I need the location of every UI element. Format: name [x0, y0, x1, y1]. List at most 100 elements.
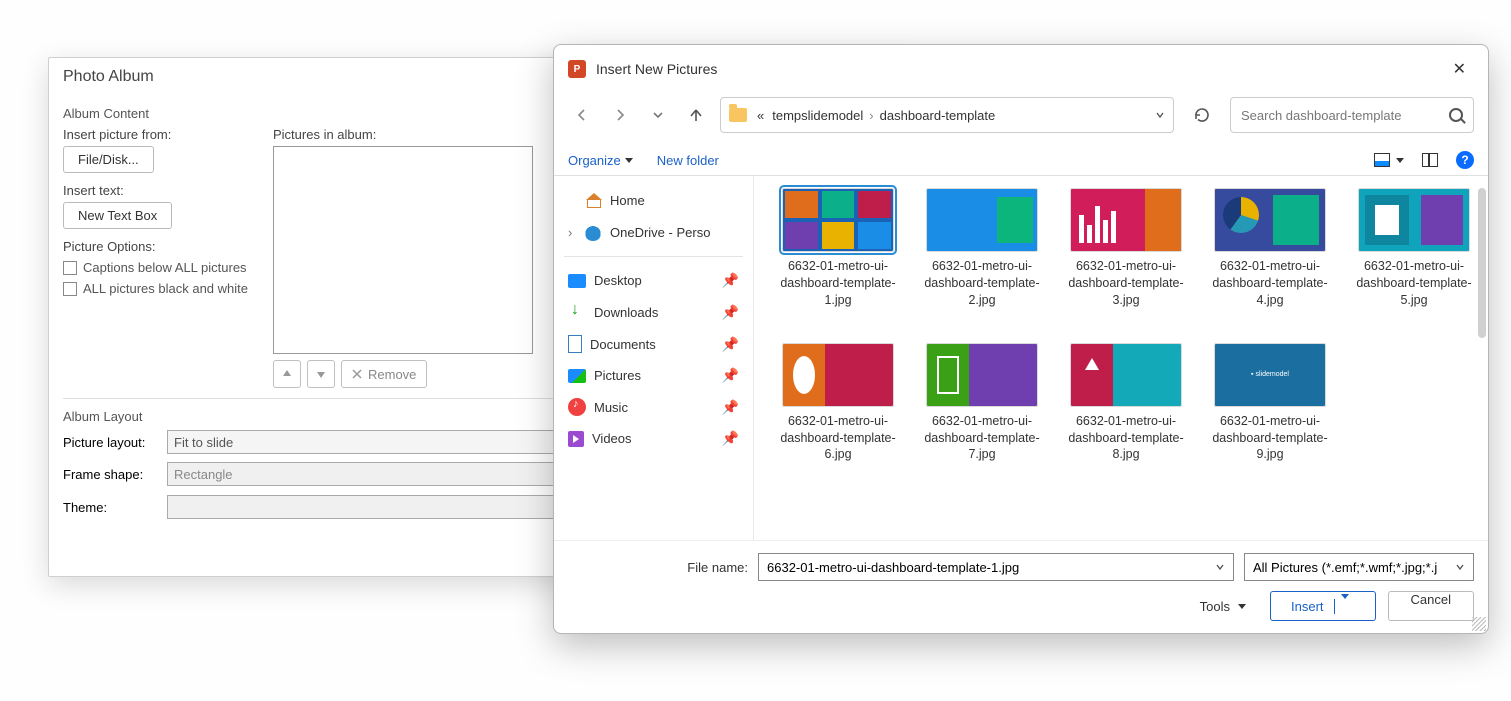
new-folder-button[interactable]: New folder: [657, 153, 719, 168]
pictures-icon: [568, 369, 586, 383]
pin-icon[interactable]: 📌: [722, 399, 739, 416]
scrollbar[interactable]: [1478, 188, 1486, 338]
remove-button[interactable]: Remove: [341, 360, 427, 388]
file-thumbnail: [1358, 188, 1470, 252]
file-item[interactable]: ▪ slidemodel 6632-01-metro-ui-dashboard-…: [1204, 343, 1336, 464]
file-item[interactable]: 6632-01-metro-ui-dashboard-template-2.jp…: [916, 188, 1048, 309]
close-button[interactable]: ✕: [1445, 55, 1474, 83]
file-thumbnail: [1070, 343, 1182, 407]
preview-pane-icon[interactable]: [1422, 153, 1438, 167]
file-thumbnail: [1214, 188, 1326, 252]
insert-split-button[interactable]: [1334, 599, 1355, 614]
pictures-in-album-list[interactable]: [273, 146, 533, 354]
search-icon: [1449, 108, 1463, 122]
resize-grip[interactable]: [1472, 617, 1486, 631]
sidebar-videos-label: Videos: [592, 431, 632, 446]
sidebar: Home › OneDrive - Perso Desktop 📌 Downlo…: [554, 176, 754, 540]
organize-button[interactable]: Organize: [568, 153, 633, 168]
video-icon: [568, 431, 584, 447]
file-name: 6632-01-metro-ui-dashboard-template-8.jp…: [1060, 413, 1192, 464]
file-name-input[interactable]: 6632-01-metro-ui-dashboard-template-1.jp…: [758, 553, 1234, 581]
chevron-down-icon[interactable]: [1396, 158, 1404, 163]
chevron-down-icon[interactable]: [1155, 110, 1165, 120]
new-text-box-button[interactable]: New Text Box: [63, 202, 172, 229]
refresh-button[interactable]: [1184, 97, 1220, 133]
file-thumbnail: [926, 188, 1038, 252]
chevron-down-icon[interactable]: [1215, 562, 1225, 572]
chevron-right-icon[interactable]: ›: [568, 225, 576, 240]
insert-text-label: Insert text:: [63, 183, 263, 198]
tools-menu[interactable]: Tools: [1200, 599, 1246, 614]
frame-shape-value: Rectangle: [174, 467, 233, 482]
pin-icon[interactable]: 📌: [722, 272, 739, 289]
nav-back-button[interactable]: [568, 101, 596, 129]
pin-icon[interactable]: 📌: [722, 304, 739, 321]
sidebar-documents-label: Documents: [590, 337, 656, 352]
sidebar-desktop-label: Desktop: [594, 273, 642, 288]
search-input[interactable]: Search dashboard-template: [1230, 97, 1474, 133]
sidebar-item-documents[interactable]: Documents 📌: [560, 328, 747, 360]
breadcrumb-2[interactable]: dashboard-template: [878, 106, 998, 125]
pin-icon[interactable]: 📌: [722, 430, 739, 447]
x-icon: [352, 369, 362, 379]
file-item[interactable]: 6632-01-metro-ui-dashboard-template-3.jp…: [1060, 188, 1192, 309]
sidebar-item-home[interactable]: Home: [560, 184, 747, 216]
file-thumbnail: [1070, 188, 1182, 252]
pin-icon[interactable]: 📌: [722, 367, 739, 384]
nav-forward-button[interactable]: [606, 101, 634, 129]
captions-checkbox[interactable]: [63, 261, 77, 275]
document-icon: [568, 335, 582, 353]
file-name: 6632-01-metro-ui-dashboard-template-9.jp…: [1204, 413, 1336, 464]
home-icon: [584, 191, 602, 209]
file-name-value: 6632-01-metro-ui-dashboard-template-1.jp…: [767, 560, 1019, 575]
file-name: 6632-01-metro-ui-dashboard-template-5.jp…: [1348, 258, 1480, 309]
file-name: 6632-01-metro-ui-dashboard-template-4.jp…: [1204, 258, 1336, 309]
blackwhite-checkbox[interactable]: [63, 282, 77, 296]
address-bar[interactable]: « tempslidemodel › dashboard-template: [720, 97, 1174, 133]
view-thumbnails-icon[interactable]: [1374, 153, 1390, 167]
file-name-label: File name:: [628, 560, 748, 575]
organize-label: Organize: [568, 153, 621, 168]
file-thumbnail: [926, 343, 1038, 407]
sidebar-item-pictures[interactable]: Pictures 📌: [560, 360, 747, 391]
file-item[interactable]: 6632-01-metro-ui-dashboard-template-8.jp…: [1060, 343, 1192, 464]
chevron-down-icon: [625, 158, 633, 163]
nav-up-button[interactable]: [682, 101, 710, 129]
file-item[interactable]: 6632-01-metro-ui-dashboard-template-7.jp…: [916, 343, 1048, 464]
sidebar-item-desktop[interactable]: Desktop 📌: [560, 265, 747, 296]
help-icon[interactable]: ?: [1456, 151, 1474, 169]
file-type-filter[interactable]: All Pictures (*.emf;*.wmf;*.jpg;*.j: [1244, 553, 1474, 581]
captions-below-option[interactable]: Captions below ALL pictures: [63, 260, 263, 275]
black-white-option[interactable]: ALL pictures black and white: [63, 281, 263, 296]
file-name: 6632-01-metro-ui-dashboard-template-7.jp…: [916, 413, 1048, 464]
move-up-button[interactable]: [273, 360, 301, 388]
remove-label: Remove: [368, 367, 416, 382]
music-icon: [568, 398, 586, 416]
nav-recent-button[interactable]: [644, 101, 672, 129]
cancel-button[interactable]: Cancel: [1388, 591, 1474, 621]
file-disk-button[interactable]: File/Disk...: [63, 146, 154, 173]
file-item[interactable]: 6632-01-metro-ui-dashboard-template-4.jp…: [1204, 188, 1336, 309]
sidebar-item-downloads[interactable]: Downloads 📌: [560, 296, 747, 328]
insert-button[interactable]: Insert: [1270, 591, 1376, 621]
file-item[interactable]: 6632-01-metro-ui-dashboard-template-5.jp…: [1348, 188, 1480, 309]
breadcrumb-1[interactable]: tempslidemodel: [770, 106, 865, 125]
folder-icon: [729, 108, 747, 122]
file-name: 6632-01-metro-ui-dashboard-template-2.jp…: [916, 258, 1048, 309]
sidebar-downloads-label: Downloads: [594, 305, 658, 320]
search-placeholder: Search dashboard-template: [1241, 108, 1401, 123]
sidebar-onedrive-label: OneDrive - Perso: [610, 225, 710, 240]
file-item[interactable]: 6632-01-metro-ui-dashboard-template-6.jp…: [772, 343, 904, 464]
sidebar-item-music[interactable]: Music 📌: [560, 391, 747, 423]
pin-icon[interactable]: 📌: [722, 336, 739, 353]
file-item[interactable]: 6632-01-metro-ui-dashboard-template-1.jp…: [772, 188, 904, 309]
move-down-button[interactable]: [307, 360, 335, 388]
file-list[interactable]: 6632-01-metro-ui-dashboard-template-1.jp…: [754, 176, 1488, 540]
file-thumbnail: [782, 188, 894, 252]
chevron-down-icon: [1238, 604, 1246, 609]
sidebar-item-videos[interactable]: Videos 📌: [560, 423, 747, 454]
chevron-down-icon[interactable]: [1455, 562, 1465, 572]
file-name: 6632-01-metro-ui-dashboard-template-1.jp…: [772, 258, 904, 309]
file-thumbnail: ▪ slidemodel: [1214, 343, 1326, 407]
sidebar-item-onedrive[interactable]: › OneDrive - Perso: [560, 216, 747, 248]
